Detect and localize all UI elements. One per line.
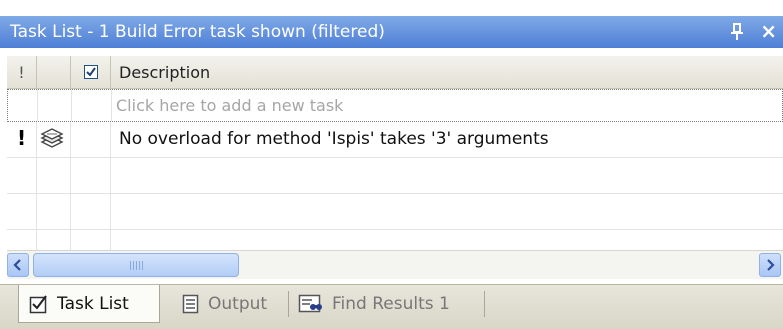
task-list-icon [29,294,49,314]
empty-cell [37,194,71,229]
empty-cell [7,230,37,250]
category-column-header[interactable] [37,56,71,88]
pin-icon[interactable] [729,22,745,42]
tab-divider [484,291,485,317]
tab-find-results-1[interactable]: Find Results 1 [294,285,484,323]
empty-cell [111,194,783,229]
new-task-row[interactable]: Click here to add a new task [7,89,783,122]
tab-label: Task List [57,293,129,314]
empty-cell [7,158,37,193]
table-row [7,230,783,250]
category-cell [37,122,71,157]
horizontal-scrollbar[interactable] [7,250,783,279]
build-error-icon [39,128,65,156]
window-title: Task List - 1 Build Error task shown (fi… [10,22,385,42]
checked-cell[interactable] [71,122,111,157]
priority-column-header[interactable]: ! [7,56,37,88]
empty-cell [71,230,111,250]
tab-label: Find Results 1 [332,294,450,314]
find-results-icon [298,294,324,314]
empty-cell [37,158,71,193]
high-priority-icon: ! [17,126,27,150]
priority-cell: ! [7,122,37,157]
tab-output[interactable]: Output [170,285,285,323]
task-description: No overload for method 'Ispis' takes '3'… [119,129,549,149]
task-grid: ! Description Click here to add a new ta… [7,56,783,250]
grid-header: ! Description [7,56,783,89]
scroll-right-button[interactable] [759,253,781,277]
tab-divider [288,291,289,317]
scroll-left-button[interactable] [7,253,29,277]
tool-window-tabs: Task List Output Find Results 1 [0,284,783,329]
empty-cell [71,158,111,193]
table-row [7,194,783,230]
column-divider [111,90,112,121]
title-bar: Task List - 1 Build Error task shown (fi… [0,16,783,48]
scroll-thumb[interactable] [33,253,239,277]
chevron-right-icon [767,259,775,271]
tab-label: Output [208,294,268,314]
tab-task-list[interactable]: Task List [18,285,160,323]
table-row[interactable]: ! No overload for method 'Ispis' takes '… [7,122,783,158]
checked-column-header[interactable] [71,56,111,88]
output-icon [182,294,200,314]
empty-cell [111,230,783,250]
task-list-window: Task List - 1 Build Error task shown (fi… [0,0,783,329]
grip-icon [130,261,144,270]
close-icon[interactable]: × [760,20,777,42]
description-cell: No overload for method 'Ispis' takes '3'… [111,122,783,157]
header-checkbox-icon[interactable] [83,65,98,79]
empty-cell [7,194,37,229]
column-divider [37,90,38,121]
new-task-placeholder[interactable]: Click here to add a new task [116,96,343,115]
table-row [7,158,783,194]
empty-cell [37,230,71,250]
empty-cell [111,158,783,193]
description-column-header[interactable]: Description [111,56,783,88]
chevron-left-icon [13,259,21,271]
column-divider [71,90,72,121]
empty-cell [71,194,111,229]
